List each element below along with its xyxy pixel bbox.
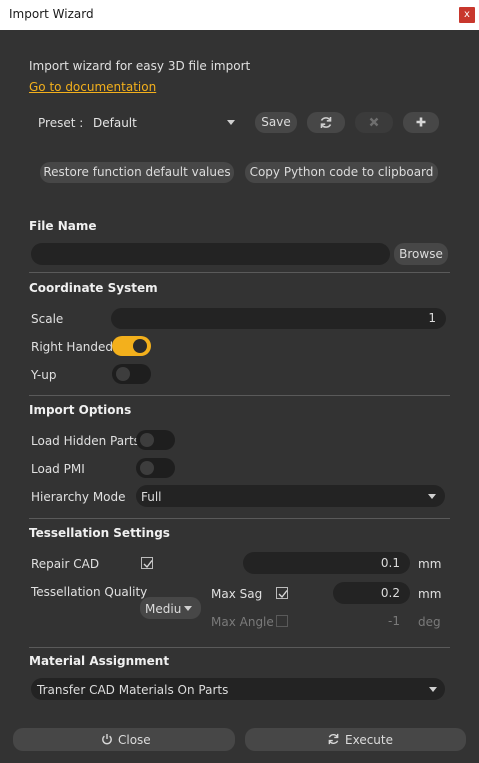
hierarchy-mode-label: Hierarchy Mode — [31, 490, 126, 504]
tessellation-quality-value: Mediu — [145, 602, 182, 616]
documentation-link[interactable]: Go to documentation — [29, 80, 156, 94]
toggle-knob — [140, 461, 154, 475]
y-up-label: Y-up — [31, 368, 57, 382]
execute-button-label: Execute — [345, 733, 393, 747]
add-icon — [416, 117, 426, 127]
execute-button[interactable]: Execute — [245, 728, 466, 751]
max-sag-unit: mm — [418, 587, 442, 601]
load-hidden-parts-toggle[interactable] — [136, 430, 175, 450]
repair-cad-tolerance-input[interactable]: 0.1 — [243, 552, 410, 574]
divider — [29, 518, 450, 519]
material-assignment-dropdown[interactable]: Transfer CAD Materials On Parts — [31, 678, 445, 700]
divider — [29, 395, 450, 396]
restore-defaults-button[interactable]: Restore function default values — [40, 162, 234, 183]
hierarchy-mode-dropdown[interactable]: Full — [136, 485, 445, 507]
tessellation-quality-label: Tessellation Quality — [31, 585, 148, 599]
copy-python-button[interactable]: Copy Python code to clipboard — [245, 162, 438, 183]
divider — [29, 272, 450, 273]
repair-cad-unit: mm — [418, 557, 442, 571]
browse-button[interactable]: Browse — [394, 243, 448, 265]
description-text: Import wizard for easy 3D file import — [29, 59, 251, 73]
close-button-label: Close — [118, 733, 151, 747]
hierarchy-mode-value: Full — [141, 490, 162, 504]
refresh-icon — [326, 733, 340, 747]
scale-label: Scale — [31, 312, 64, 326]
refresh-icon — [320, 117, 332, 128]
coordinate-system-section-title: Coordinate System — [29, 281, 158, 295]
refresh-preset-button[interactable] — [307, 112, 345, 133]
max-sag-input[interactable]: 0.2 — [333, 582, 410, 604]
preset-label: Preset : — [38, 116, 84, 130]
chevron-down-icon — [227, 120, 235, 125]
save-preset-button[interactable]: Save — [255, 112, 297, 133]
chevron-down-icon — [428, 494, 436, 499]
max-angle-label: Max Angle — [211, 615, 274, 629]
title-bar: Import Wizard x — [0, 0, 479, 30]
load-pmi-label: Load PMI — [31, 462, 85, 476]
max-angle-unit: deg — [418, 615, 441, 629]
toggle-knob — [140, 433, 154, 447]
tessellation-section-title: Tessellation Settings — [29, 526, 170, 540]
window-title: Import Wizard — [9, 7, 94, 21]
scale-input[interactable]: 1 — [111, 308, 446, 329]
file-name-section-title: File Name — [29, 219, 97, 233]
window-close-button[interactable]: x — [459, 7, 475, 23]
divider — [29, 647, 450, 648]
toggle-knob — [116, 367, 130, 381]
checkmark-icon — [278, 590, 288, 599]
import-options-section-title: Import Options — [29, 403, 132, 417]
max-sag-checkbox[interactable] — [276, 587, 288, 599]
toggle-knob — [133, 339, 147, 353]
chevron-down-icon — [429, 687, 437, 692]
tessellation-quality-dropdown[interactable]: Mediu — [140, 597, 201, 619]
right-handed-label: Right Handed — [31, 340, 114, 354]
file-name-input[interactable] — [31, 243, 390, 265]
load-pmi-toggle[interactable] — [136, 458, 175, 478]
power-icon — [100, 733, 114, 747]
delete-icon — [369, 117, 379, 127]
max-angle-input[interactable]: -1 — [333, 610, 410, 632]
right-handed-toggle[interactable] — [112, 336, 151, 356]
delete-preset-button[interactable] — [355, 112, 393, 133]
preset-dropdown[interactable]: Default — [87, 111, 244, 133]
max-sag-label: Max Sag — [211, 587, 263, 601]
preset-value: Default — [93, 116, 137, 130]
repair-cad-checkbox[interactable] — [141, 557, 153, 569]
load-hidden-parts-label: Load Hidden Parts — [31, 434, 140, 448]
max-angle-checkbox[interactable] — [276, 615, 288, 627]
chevron-down-icon — [184, 606, 192, 611]
close-button[interactable]: Close — [13, 728, 235, 751]
add-preset-button[interactable] — [403, 112, 439, 133]
y-up-toggle[interactable] — [112, 364, 151, 384]
material-assignment-value: Transfer CAD Materials On Parts — [37, 683, 229, 697]
repair-cad-label: Repair CAD — [31, 557, 100, 571]
checkmark-icon — [143, 560, 153, 569]
material-assignment-section-title: Material Assignment — [29, 654, 170, 668]
